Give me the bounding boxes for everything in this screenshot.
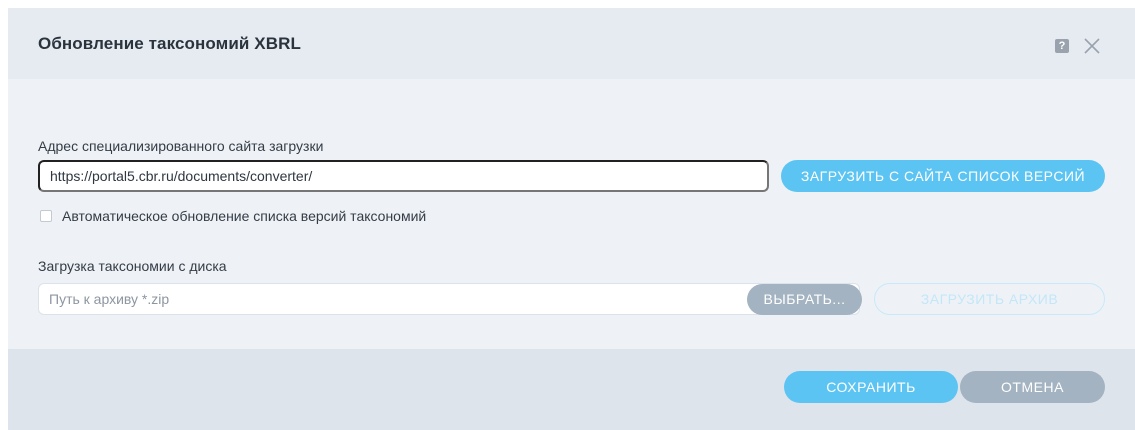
dialog-title: Обновление таксономий XBRL [38,34,301,53]
cancel-button[interactable]: ОТМЕНА [960,371,1105,403]
auto-update-label[interactable]: Автоматическое обновление списка версий … [62,208,426,224]
dialog-header: Обновление таксономий XBRL ? [8,8,1135,79]
auto-update-checkbox[interactable] [40,210,52,222]
dialog-body: Адрес специализированного сайта загрузки… [8,79,1135,349]
help-icon[interactable]: ? [1055,39,1069,53]
site-address-label: Адрес специализированного сайта загрузки [38,138,324,154]
load-versions-list-button[interactable]: ЗАГРУЗИТЬ С САЙТА СПИСОК ВЕРСИЙ [781,160,1105,192]
save-button[interactable]: СОХРАНИТЬ [784,371,958,403]
close-icon[interactable] [1081,35,1103,57]
disk-upload-label: Загрузка таксономии с диска [38,258,227,274]
dialog-footer: СОХРАНИТЬ ОТМЕНА [8,349,1135,430]
choose-file-button[interactable]: ВЫБРАТЬ... [747,284,862,315]
upload-archive-button[interactable]: ЗАГРУЗИТЬ АРХИВ [874,283,1105,315]
taxonomy-update-dialog: Обновление таксономий XBRL ? Адрес специ… [8,8,1135,430]
archive-path-field[interactable]: Путь к архиву *.zip [38,283,860,315]
site-url-input[interactable] [38,160,769,192]
